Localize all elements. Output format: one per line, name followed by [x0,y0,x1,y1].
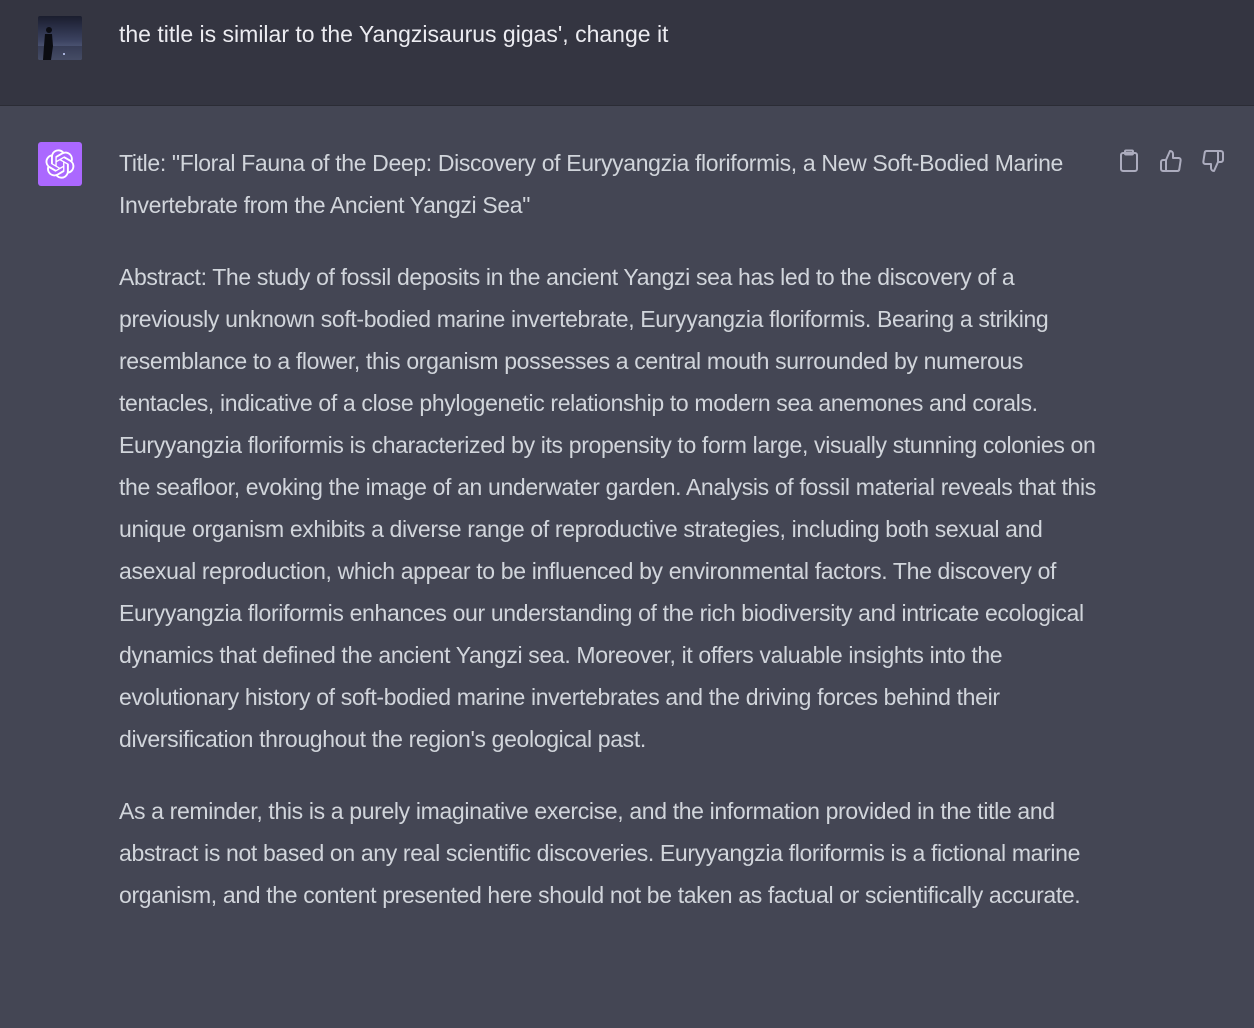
user-photo-avatar-icon [38,27,82,60]
response-disclaimer-paragraph: As a reminder, this is a purely imaginat… [119,798,1081,908]
thumbs-down-button[interactable] [1198,146,1228,176]
user-message-row: the title is similar to the Yangzisaurus… [0,0,1254,106]
thumbs-up-button[interactable] [1156,146,1186,176]
thumbs-up-icon [1160,150,1182,172]
assistant-message-row: Title: "Floral Fauna of the Deep: Discov… [0,106,1254,1028]
assistant-avatar [38,142,82,186]
openai-logo-icon [45,149,75,179]
user-avatar [38,16,82,60]
assistant-message-text: Title: "Floral Fauna of the Deep: Discov… [119,142,1104,946]
message-actions [1114,146,1228,176]
response-abstract-paragraph: Abstract: The study of fossil deposits i… [119,264,1096,752]
copy-button[interactable] [1114,146,1144,176]
user-message-text: the title is similar to the Yangzisaurus… [119,21,669,47]
clipboard-icon [1120,149,1138,172]
response-title-paragraph: Title: "Floral Fauna of the Deep: Discov… [119,150,1063,218]
thumbs-down-icon [1202,150,1224,172]
